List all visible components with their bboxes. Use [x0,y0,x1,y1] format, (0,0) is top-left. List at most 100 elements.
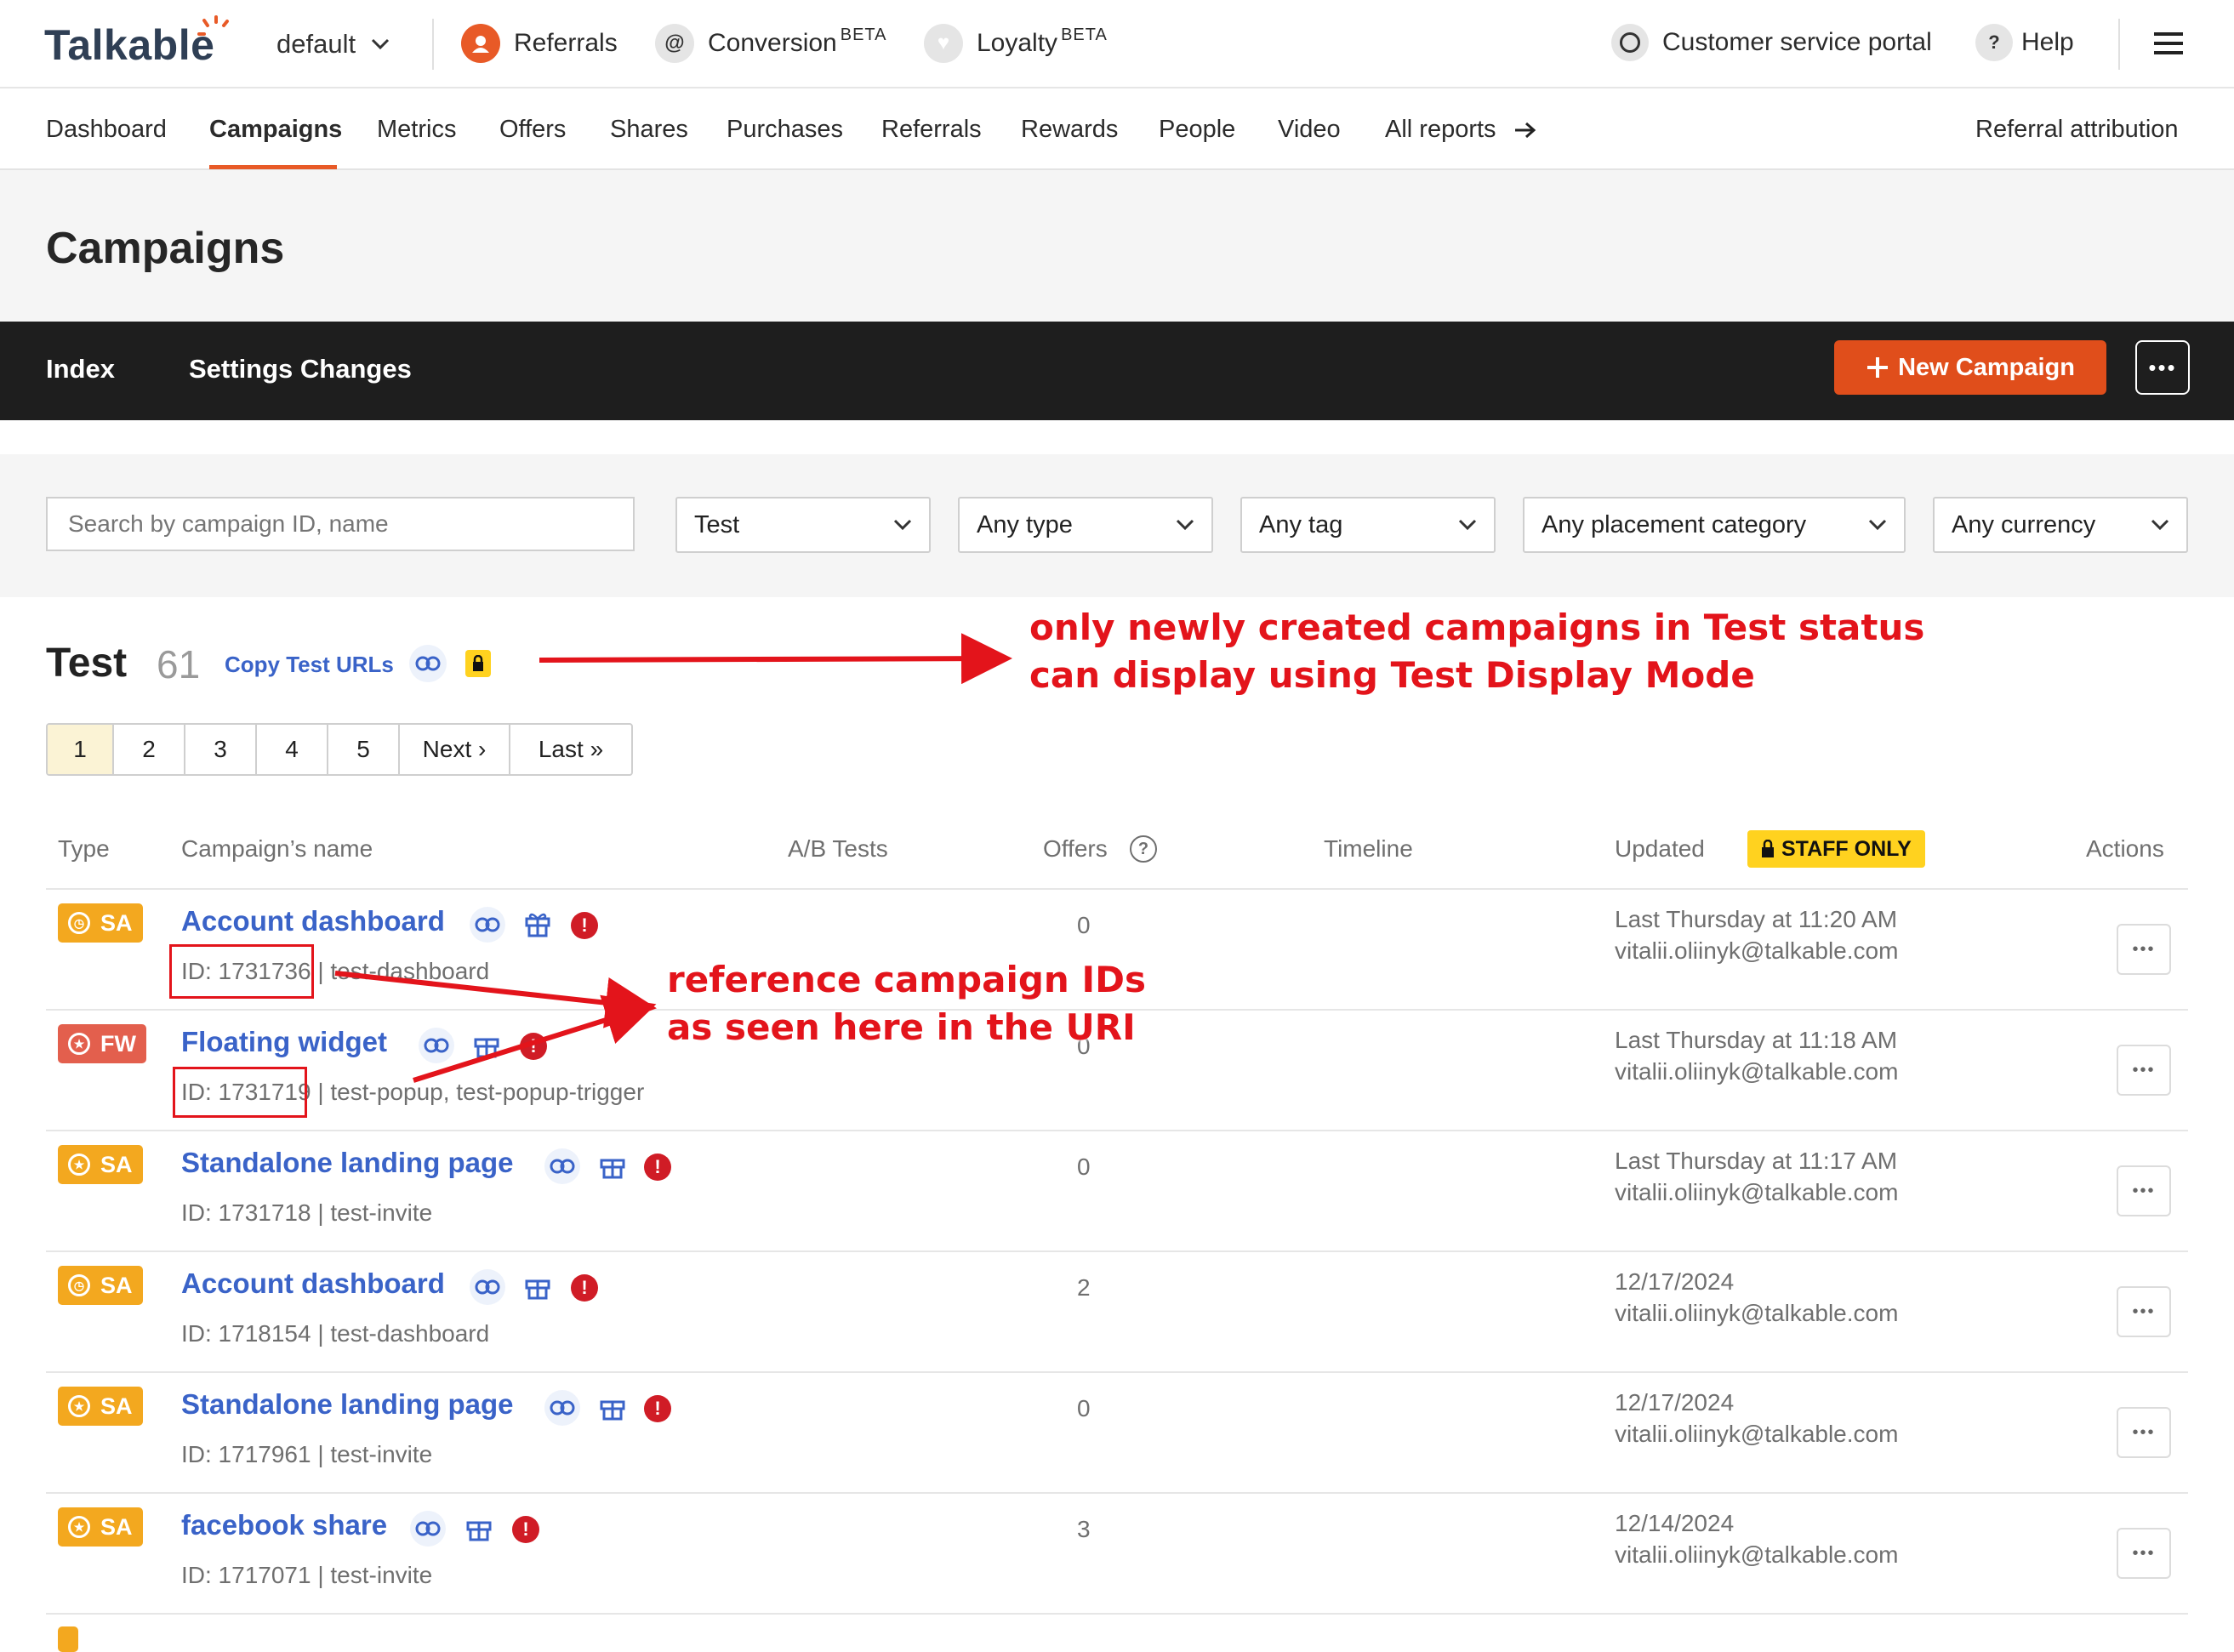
header-type: Type [58,835,110,862]
at-sign-icon: @ [655,24,694,63]
page-4-button[interactable]: 4 [257,725,328,774]
chevron-down-icon [2151,519,2169,531]
link-icon[interactable] [470,1269,505,1305]
product-referrals[interactable]: Referrals [461,24,618,63]
campaign-name-link[interactable]: Standalone landing page [181,1388,514,1421]
row-actions-button[interactable]: ••• [2117,1528,2171,1579]
campaign-name-link[interactable]: Standalone landing page [181,1147,514,1179]
currency-filter-value: Any currency [1952,510,2096,538]
link-icon[interactable] [544,1148,580,1184]
header-updated: Updated [1615,835,1705,862]
offers-count: 0 [1077,912,1091,938]
nav-shares[interactable]: Shares [610,116,688,144]
chevron-down-icon [372,38,390,50]
chevron-down-icon [1176,519,1194,531]
page-1-button[interactable]: 1 [48,725,114,774]
nav-all-reports-label: All reports [1385,116,1496,143]
new-campaign-button[interactable]: New Campaign [1834,340,2106,395]
site-selector[interactable]: default [276,29,390,60]
updated-info: Last Thursday at 11:17 AM vitalii.oliinyk… [1615,1145,1898,1208]
more-options-button[interactable]: ••• [2135,340,2190,395]
gift-icon[interactable] [462,1511,496,1545]
link-icon[interactable] [410,1511,446,1547]
campaign-search-input[interactable] [46,497,635,551]
help-circle-icon[interactable]: ? [1130,835,1157,863]
nav-video[interactable]: Video [1278,116,1341,144]
product-loyalty[interactable]: ♥ Loyalty BETA [924,24,1108,63]
chevron-down-icon [1868,519,1887,531]
updated-info: Last Thursday at 11:18 AM vitalii.oliinyk… [1615,1024,1898,1087]
nav-referral-attribution[interactable]: Referral attribution [1975,116,2179,144]
type-filter-select[interactable]: Any type [958,497,1213,553]
page-2-button[interactable]: 2 [114,725,185,774]
staff-only-badge: STAFF ONLY [1747,830,1925,868]
ellipsis-icon: ••• [2132,1422,2156,1442]
talkable-logo[interactable]: Talkable [44,20,214,70]
warning-icon: ! [512,1516,539,1543]
page-header: Campaigns [0,170,2234,322]
tab-index[interactable]: Index [46,354,115,385]
status-filter-select[interactable]: Test [675,497,931,553]
help-link[interactable]: ? Help [1975,24,2074,61]
nav-all-reports[interactable]: All reports [1385,116,1537,144]
row-actions-button[interactable]: ••• [2117,1407,2171,1458]
gift-icon[interactable] [470,1028,504,1062]
nav-referrals[interactable]: Referrals [881,116,982,144]
ellipsis-icon: ••• [2132,1181,2156,1200]
nav-people[interactable]: People [1159,116,1235,144]
row-actions-button[interactable]: ••• [2117,1045,2171,1096]
updated-by: vitalii.oliinyk@talkable.com [1615,1179,1899,1205]
gift-icon[interactable] [521,907,555,941]
beta-tag: BETA [1061,25,1108,44]
campaign-name-link[interactable]: facebook share [181,1509,387,1541]
campaign-id-tags: ID: 1717961 | test-invite [181,1441,433,1467]
placement-filter-select[interactable]: Any placement category [1523,497,1906,553]
nav-dashboard[interactable]: Dashboard [46,116,167,144]
updated-time: 12/17/2024 [1615,1389,1735,1416]
site-selector-label: default [276,29,356,59]
active-tab-underline [209,165,337,169]
last-page-button[interactable]: Last » [510,725,631,774]
gift-icon[interactable] [596,1390,630,1424]
row-actions-button[interactable]: ••• [2117,1286,2171,1337]
customer-service-portal-link[interactable]: Customer service portal [1611,24,1932,61]
currency-filter-select[interactable]: Any currency [1933,497,2188,553]
tag-filter-select[interactable]: Any tag [1240,497,1496,553]
nav-purchases[interactable]: Purchases [727,116,843,144]
row-actions-button[interactable]: ••• [2117,1165,2171,1216]
gift-icon[interactable] [596,1148,630,1182]
campaign-name-link[interactable]: Floating widget [181,1026,387,1058]
page-3-button[interactable]: 3 [185,725,257,774]
row-actions-button[interactable]: ••• [2117,924,2171,975]
tab-settings-changes[interactable]: Settings Changes [189,354,412,385]
updated-info: 12/17/2024 vitalii.oliinyk@talkable.com [1615,1266,1898,1329]
offers-count: 3 [1077,1516,1091,1542]
nav-metrics[interactable]: Metrics [377,116,456,144]
type-badge-sa [58,1626,78,1652]
link-icon[interactable] [419,1028,454,1063]
type-label: SA [100,909,133,936]
link-icon[interactable] [544,1390,580,1426]
type-badge-sa: ◷ SA [58,1266,143,1305]
link-icon[interactable] [470,907,505,943]
gift-icon[interactable] [521,1269,555,1303]
copy-test-urls-link[interactable]: Copy Test URLs [225,652,394,678]
nav-campaigns[interactable]: Campaigns [209,116,342,144]
ellipsis-icon: ••• [2132,1302,2156,1321]
section-title: Test [46,641,128,686]
star-icon: ★ [68,1395,90,1417]
ellipsis-icon: ••• [2132,1060,2156,1079]
campaign-name-link[interactable]: Account dashboard [181,1267,445,1300]
hamburger-menu-icon[interactable] [2154,31,2185,56]
next-page-button[interactable]: Next › [400,725,510,774]
table-divider [46,1492,2188,1494]
nav-offers[interactable]: Offers [499,116,566,144]
highlight-box [173,1067,307,1118]
page-5-button[interactable]: 5 [328,725,400,774]
campaign-name-link[interactable]: Account dashboard [181,905,445,937]
link-icon[interactable] [409,645,447,682]
nav-rewards[interactable]: Rewards [1021,116,1118,144]
product-conversion[interactable]: @ Conversion BETA [655,24,887,63]
status-filter-value: Test [694,510,740,538]
campaign-id-tags: ID: 1717071 | test-invite [181,1562,433,1588]
